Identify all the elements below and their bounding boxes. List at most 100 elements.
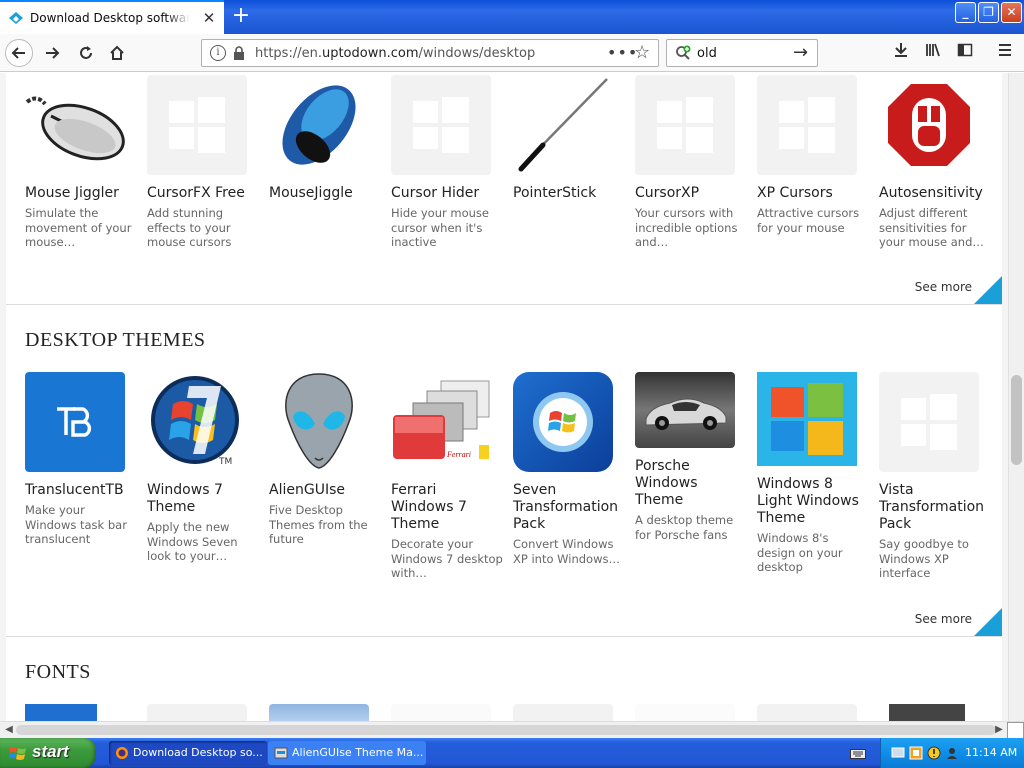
windows-placeholder-icon — [635, 75, 735, 175]
app-name[interactable]: CursorXP — [635, 185, 747, 202]
scrollbar-corner — [1007, 722, 1024, 739]
app-name[interactable]: Mouse Jiggler — [25, 185, 137, 202]
app-card[interactable]: CursorFX Free Add stunning effects to yo… — [147, 75, 259, 250]
section-title: FONTS — [25, 661, 91, 683]
home-icon[interactable] — [103, 39, 131, 67]
app-card[interactable]: Vista Transformation Pack Say goodbye to… — [879, 372, 991, 581]
font-app-thumb[interactable] — [635, 704, 735, 721]
app-card[interactable]: Ferrari Ferrari Windows 7 Theme Decorate… — [391, 372, 503, 581]
app-card[interactable]: Cursor Hider Hide your mouse cursor when… — [391, 75, 503, 250]
see-more-link[interactable]: See more — [915, 612, 972, 626]
app-card[interactable]: MouseJiggle — [269, 75, 381, 202]
minimize-window-button[interactable]: _ — [955, 2, 976, 23]
taskbar: start Download Desktop so... AlienGUIse … — [0, 738, 1024, 768]
taskbar-item-firefox[interactable]: Download Desktop so... — [109, 741, 267, 765]
tray-app-icon[interactable] — [909, 746, 923, 760]
app-name[interactable]: Seven Transformation Pack — [513, 482, 625, 533]
app-card[interactable]: Porsche Windows Theme A desktop theme fo… — [635, 372, 747, 542]
app-name[interactable]: AlienGUIse — [269, 482, 381, 499]
app-name[interactable]: Ferrari Windows 7 Theme — [391, 482, 503, 533]
start-button[interactable]: start — [0, 738, 96, 768]
search-input[interactable]: old — [697, 46, 717, 61]
porsche-car-icon — [635, 372, 735, 448]
font-app-thumb[interactable] — [25, 704, 97, 721]
app-card[interactable]: AlienGUIse Five Desktop Themes from the … — [269, 372, 381, 547]
section-desktop-themes: DESKTOP THEMES TranslucentTB Make your W… — [6, 305, 1002, 637]
user-icon[interactable] — [945, 746, 959, 760]
see-more-corner-icon[interactable] — [974, 608, 1002, 636]
site-info-icon[interactable]: i — [210, 45, 226, 61]
taskbar-item-label: Download Desktop so... — [133, 746, 263, 759]
font-app-thumb[interactable] — [391, 704, 491, 721]
page-content: Mouse Jiggler Simulate the movement of y… — [6, 73, 1002, 721]
windows-placeholder-icon — [391, 75, 491, 175]
sidebar-icon[interactable] — [954, 42, 976, 64]
windows-flag-icon — [9, 747, 26, 760]
app-card[interactable]: Windows 8 Light Windows Theme Windows 8'… — [757, 372, 869, 575]
app-card[interactable]: Autosensitivity Adjust different sensiti… — [879, 75, 991, 250]
back-icon[interactable] — [5, 39, 33, 67]
downloads-icon[interactable] — [890, 42, 912, 64]
search-bar[interactable]: old → — [666, 39, 818, 67]
app-card[interactable]: TranslucentTB Make your Windows task bar… — [25, 372, 137, 547]
forward-icon[interactable] — [38, 39, 66, 67]
scroll-right-icon[interactable]: ▶ — [992, 723, 1006, 737]
app-card[interactable]: TM Windows 7 Theme Apply the new Windows… — [147, 372, 259, 564]
taskbar-item-alienguise[interactable]: AlienGUIse Theme Ma... — [268, 741, 426, 765]
alert-icon[interactable] — [927, 746, 941, 760]
search-go-icon[interactable]: → — [793, 42, 808, 63]
font-app-thumb[interactable] — [757, 704, 857, 721]
app-name[interactable]: MouseJiggle — [269, 185, 381, 202]
scroll-left-icon[interactable]: ◀ — [2, 723, 16, 737]
see-more-link[interactable]: See more — [915, 280, 972, 294]
section-mouse-tools: Mouse Jiggler Simulate the movement of y… — [6, 73, 1002, 305]
horizontal-scrollbar[interactable]: ◀ ▶ — [0, 721, 1024, 739]
app-name[interactable]: Windows 7 Theme — [147, 482, 259, 516]
alien-head-icon — [269, 372, 369, 472]
clock[interactable]: 11:14 AM — [965, 746, 1017, 759]
font-app-thumb[interactable] — [269, 704, 369, 721]
ferrari-windows-icon: Ferrari — [391, 372, 491, 472]
app-card[interactable]: XP Cursors Attractive cursors for your m… — [757, 75, 869, 235]
tab-title: Download Desktop software for Windows — [30, 11, 190, 25]
search-icon — [676, 45, 691, 60]
app-description: A desktop theme for Porsche fans — [635, 513, 734, 542]
lock-icon — [234, 46, 244, 60]
app-name[interactable]: PointerStick — [513, 185, 625, 202]
app-card[interactable]: Seven Transformation Pack Convert Window… — [513, 372, 625, 566]
new-tab-icon[interactable]: + — [230, 4, 252, 28]
maximize-window-button[interactable]: ❐ — [978, 2, 999, 23]
network-icon[interactable] — [891, 746, 905, 760]
app-name[interactable]: Vista Transformation Pack — [879, 482, 991, 533]
app-card[interactable]: PointerStick — [513, 75, 625, 202]
menu-icon[interactable] — [994, 42, 1016, 64]
reload-icon[interactable] — [72, 39, 100, 67]
see-more-corner-icon[interactable] — [974, 276, 1002, 304]
active-tab[interactable]: Download Desktop software for Windows ✕ — [0, 0, 224, 34]
tab-close-icon[interactable]: ✕ — [201, 10, 217, 26]
app-description: Your cursors with incredible options and… — [635, 206, 738, 249]
blue-mouse-icon — [269, 75, 369, 175]
app-name[interactable]: Cursor Hider — [391, 185, 503, 202]
app-name[interactable]: CursorFX Free — [147, 185, 259, 202]
bookmark-star-icon[interactable]: ☆ — [634, 42, 650, 63]
library-icon[interactable] — [922, 42, 944, 64]
font-app-thumb[interactable] — [147, 704, 247, 721]
horizontal-scroll-thumb[interactable] — [16, 725, 996, 735]
app-name[interactable]: Porsche Windows Theme — [635, 458, 747, 509]
app-card[interactable]: CursorXP Your cursors with incredible op… — [635, 75, 747, 250]
app-card[interactable]: Mouse Jiggler Simulate the movement of y… — [25, 75, 137, 250]
font-app-thumb[interactable] — [513, 704, 613, 721]
vertical-scroll-thumb[interactable] — [1011, 375, 1022, 465]
app-name[interactable]: XP Cursors — [757, 185, 869, 202]
close-window-button[interactable]: ✕ — [1001, 2, 1022, 23]
font-app-thumb[interactable] — [889, 704, 965, 721]
keyboard-icon[interactable] — [850, 747, 866, 759]
address-bar[interactable]: i https://en.uptodown.com/windows/deskto… — [201, 39, 659, 67]
app-name[interactable]: Autosensitivity — [879, 185, 991, 202]
app-description: Add stunning effects to your mouse curso… — [147, 206, 232, 249]
app-name[interactable]: TranslucentTB — [25, 482, 137, 499]
vertical-scrollbar[interactable] — [1008, 73, 1024, 721]
windows-placeholder-icon — [147, 75, 247, 175]
app-name[interactable]: Windows 8 Light Windows Theme — [757, 476, 869, 527]
